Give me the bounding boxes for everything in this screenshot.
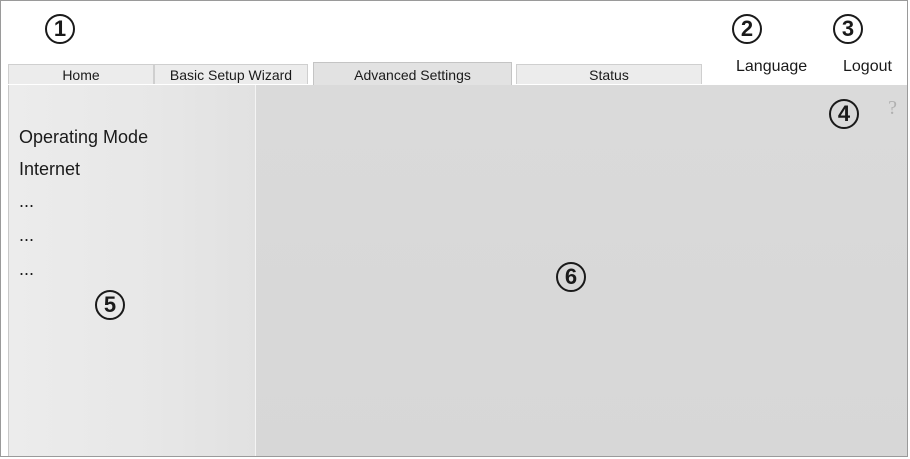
callout-2: 2 [732,14,762,44]
language-link[interactable]: Language [736,58,807,76]
main-panel: Operating Mode Internet ... ... ... 5 6 … [8,85,907,456]
logout-link[interactable]: Logout [843,58,892,76]
sidebar-item-more-2[interactable]: ... [19,225,34,246]
help-icon[interactable]: ? [888,97,897,120]
sidebar-item-more-1[interactable]: ... [19,191,34,212]
sidebar-menu: Operating Mode Internet ... ... ... 5 [9,85,256,456]
callout-1: 1 [45,14,75,44]
sidebar-item-operating-mode[interactable]: Operating Mode [19,127,148,148]
sidebar-item-internet[interactable]: Internet [19,159,80,180]
tab-home[interactable]: Home [8,64,154,84]
callout-3: 3 [833,14,863,44]
callout-6: 6 [556,262,586,292]
tab-status[interactable]: Status [516,64,702,84]
content-area: 6 4 ? [256,85,907,456]
tab-advanced-settings[interactable]: Advanced Settings [313,62,512,86]
callout-5: 5 [95,290,125,320]
tab-basic-setup-wizard[interactable]: Basic Setup Wizard [154,64,308,84]
sidebar-item-more-3[interactable]: ... [19,259,34,280]
callout-4: 4 [829,99,859,129]
